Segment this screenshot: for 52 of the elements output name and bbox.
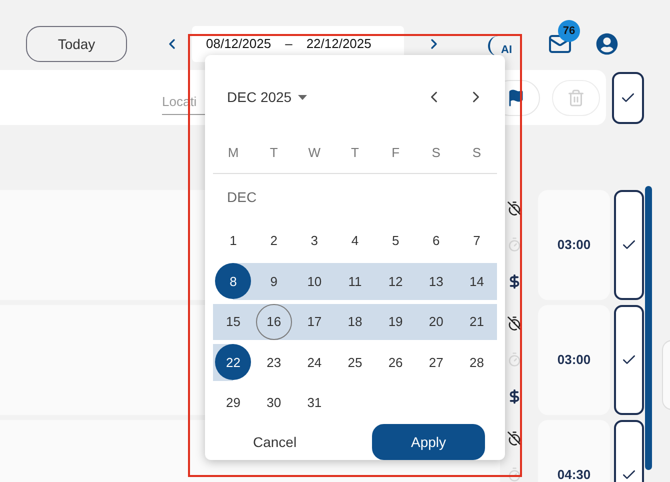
time-text: 04:30: [557, 466, 591, 482]
calendar-day[interactable]: 2: [256, 222, 292, 259]
today-button[interactable]: Today: [26, 26, 127, 62]
dropdown-caret-icon: [298, 94, 307, 100]
start-date: 08/12/2025: [206, 35, 272, 54]
weekday-label: S: [471, 144, 482, 162]
timer-off-icon[interactable]: [506, 316, 522, 331]
month-dropdown[interactable]: DEC 2025: [227, 86, 307, 108]
row-check-button[interactable]: [614, 190, 644, 300]
calendar-day[interactable]: 22: [215, 344, 252, 380]
calendar-day[interactable]: 29: [215, 384, 252, 421]
calendar-day[interactable]: 28: [458, 344, 495, 380]
timer-off-icon[interactable]: [506, 200, 522, 216]
end-date: 22/12/2025: [306, 35, 372, 54]
time-text: 03:00: [557, 351, 591, 370]
calendar-day[interactable]: 26: [378, 344, 414, 380]
scrollbar[interactable]: [645, 186, 652, 470]
calendar-day[interactable]: 31: [296, 384, 332, 421]
weekday-label: W: [307, 144, 322, 162]
timer-icon[interactable]: [506, 352, 522, 368]
trash-icon: [567, 88, 585, 106]
calendar-day[interactable]: 6: [418, 222, 454, 259]
calendar-day[interactable]: 5: [378, 222, 414, 259]
weekday-label: T: [268, 144, 279, 162]
weekday-label: M: [226, 144, 240, 162]
timer-icon[interactable]: [506, 467, 522, 482]
calendar-day[interactable]: 3: [296, 222, 332, 259]
month-section-label: DEC: [227, 188, 257, 206]
cancel-button[interactable]: Cancel: [253, 432, 297, 452]
calendar-day[interactable]: 8: [215, 263, 252, 300]
calendar-day[interactable]: 1: [215, 222, 252, 259]
confirm-button[interactable]: [612, 72, 644, 124]
timer-icon[interactable]: [506, 237, 522, 252]
mail-badge: 76: [558, 20, 580, 42]
calendar-day[interactable]: 4: [336, 222, 373, 259]
calendar-day[interactable]: 27: [418, 344, 454, 380]
calendar-day[interactable]: 23: [256, 344, 292, 380]
user-icon[interactable]: [596, 33, 618, 55]
calendar-day[interactable]: 16: [256, 304, 292, 340]
row-check-button[interactable]: [614, 305, 644, 415]
calendar-day[interactable]: 7: [458, 222, 495, 259]
flag-icon: [507, 88, 525, 106]
calendar-day[interactable]: 24: [296, 344, 332, 380]
time-text: 03:00: [557, 236, 591, 254]
date-separator: –: [285, 35, 292, 54]
weekday-label: T: [350, 144, 360, 162]
calendar-day[interactable]: 25: [336, 344, 373, 380]
weekday-label: S: [430, 144, 442, 162]
apply-button[interactable]: Apply: [372, 424, 485, 460]
weekday-label: F: [390, 144, 401, 162]
timer-off-icon[interactable]: [506, 430, 522, 446]
calendar-day[interactable]: 30: [256, 384, 292, 421]
